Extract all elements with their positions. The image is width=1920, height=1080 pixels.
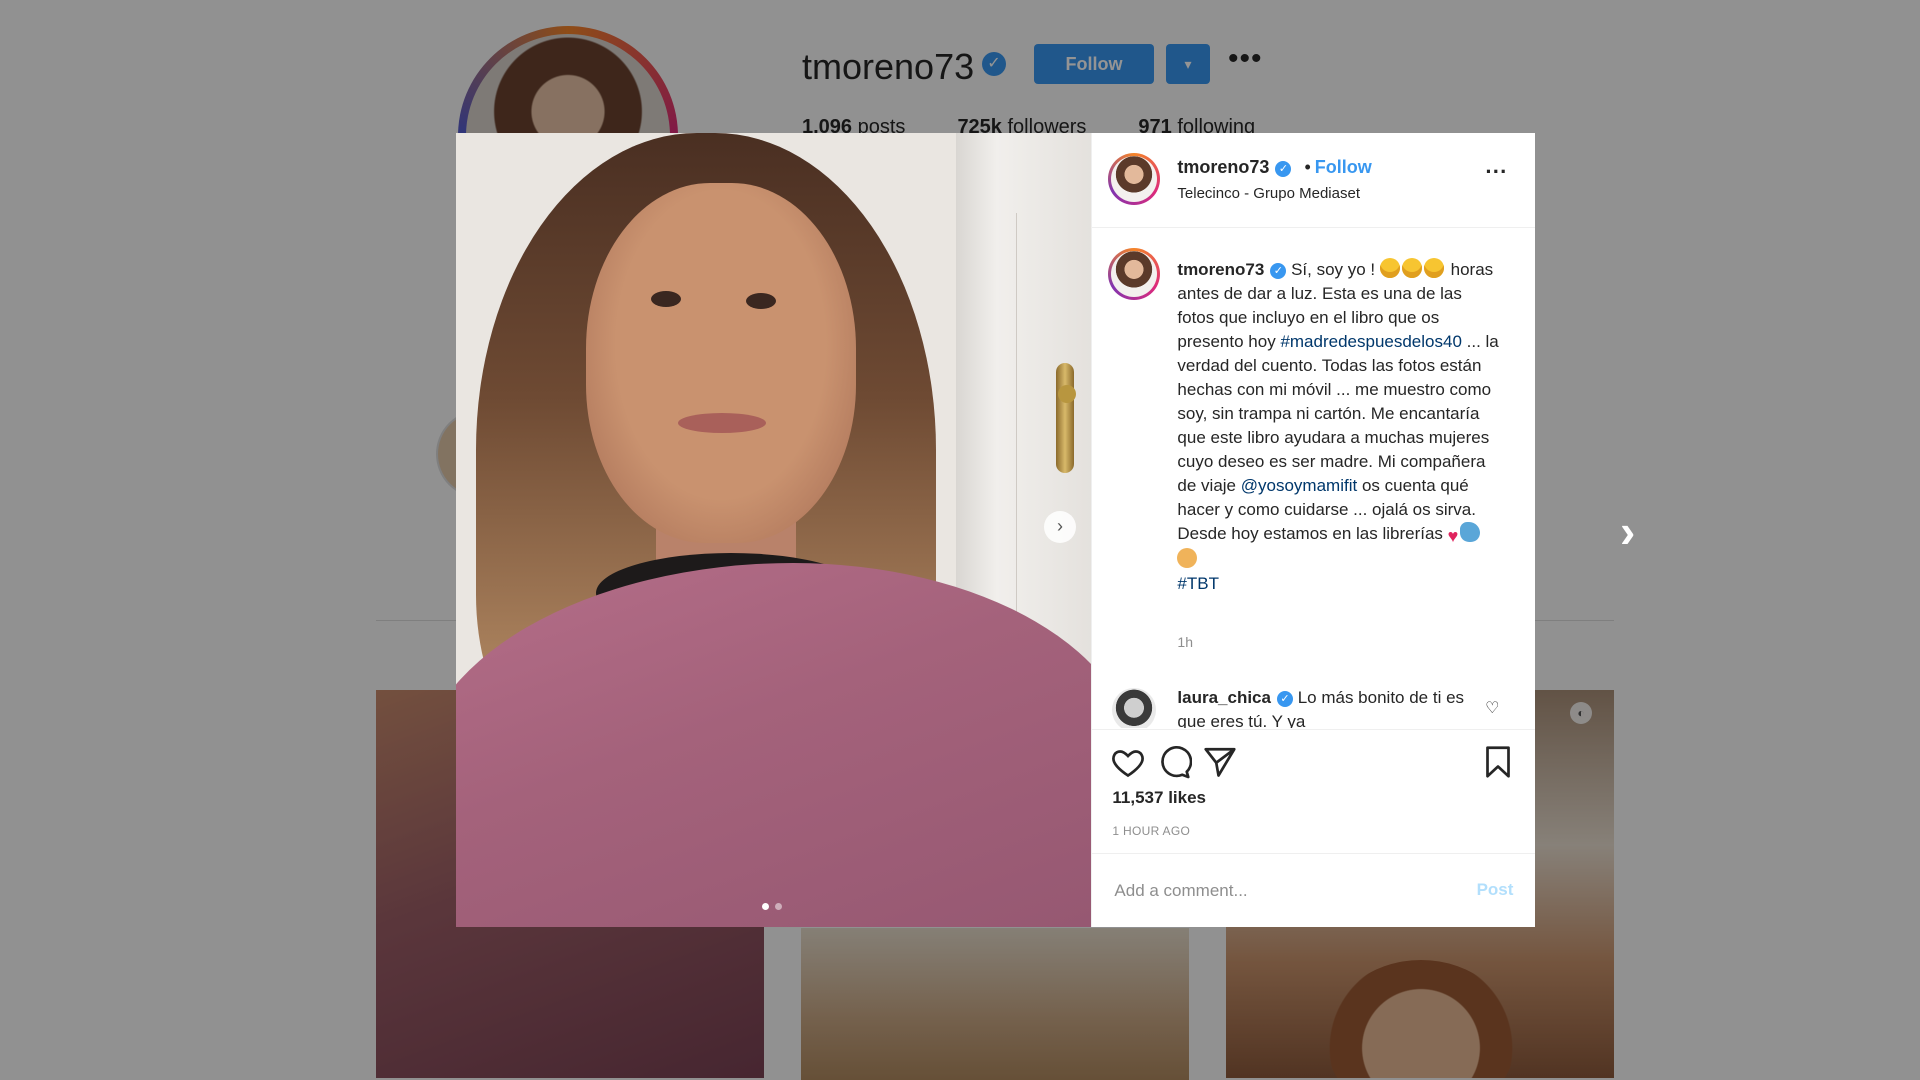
verified-icon: ✓ — [1276, 691, 1293, 707]
caption-text-3: ... la verdad del cuento. Todas las foto… — [1177, 332, 1499, 495]
next-post-chevron-icon[interactable]: › — [1620, 504, 1635, 558]
post-sidebar: tmoreno73 ✓ • Follow Telecinco - Grupo Med… — [1091, 133, 1536, 928]
likes-count[interactable]: 11,537 likes — [1112, 788, 1206, 808]
post-comment-button[interactable]: Post — [1477, 880, 1514, 900]
commenter-avatar[interactable] — [1112, 688, 1157, 728]
verified-icon: ✓ — [1275, 161, 1292, 177]
caption-username[interactable]: tmoreno73 — [1177, 260, 1264, 279]
photo-subject-face — [586, 183, 856, 543]
follow-button[interactable]: Follow — [1315, 157, 1372, 177]
caption-author-avatar[interactable] — [1108, 248, 1161, 300]
laughing-emoji-icon — [1423, 258, 1444, 278]
comments-section: tmoreno73 ✓ Sí, soy yo ! horas antes de d… — [1092, 228, 1535, 728]
dolphin-emoji-icon — [1460, 522, 1481, 542]
bookmark-icon[interactable] — [1480, 744, 1516, 780]
carousel-dot — [775, 903, 782, 910]
woman-emoji-icon — [1177, 548, 1198, 568]
author-username[interactable]: tmoreno73 — [1177, 157, 1269, 177]
photo-subject-sweater — [456, 563, 1092, 927]
post-caption: tmoreno73 ✓ Sí, soy yo ! horas antes de d… — [1177, 258, 1502, 596]
post-time-ago: 1 HOUR AGO — [1112, 824, 1191, 838]
heart-icon[interactable] — [1110, 744, 1146, 780]
comment-icon[interactable] — [1156, 744, 1193, 780]
caption-text-1: Sí, soy yo ! — [1291, 260, 1376, 279]
separator-dot: • — [1304, 157, 1311, 177]
post-location[interactable]: Telecinco - Grupo Mediaset — [1177, 185, 1360, 202]
verified-icon: ✓ — [1270, 263, 1287, 279]
laughing-emoji-icon — [1401, 258, 1422, 278]
hashtag-link[interactable]: #TBT — [1177, 574, 1219, 593]
add-comment-input[interactable] — [1112, 876, 1437, 906]
author-avatar[interactable] — [1108, 153, 1161, 205]
post-modal: › tmoreno73 ✓ • Follow Telecinco - Grupo M… — [456, 133, 1536, 928]
more-options-icon[interactable]: ··· — [1485, 159, 1507, 185]
post-photo[interactable]: › — [456, 133, 1092, 927]
post-header: tmoreno73 ✓ • Follow Telecinco - Grupo Med… — [1092, 133, 1536, 228]
add-comment-bar: Post — [1092, 853, 1536, 928]
post-actions: 11,537 likes 1 HOUR AGO — [1092, 729, 1536, 852]
post-author: tmoreno73 ✓ • Follow — [1177, 157, 1372, 178]
carousel-dots — [762, 903, 782, 910]
comment-like-heart-icon[interactable]: ♡ — [1485, 698, 1499, 718]
comment: laura_chica ✓ Lo más bonito de ti es que … — [1177, 686, 1467, 728]
hashtag-link[interactable]: #madredespuesdelos40 — [1280, 332, 1461, 351]
caption-timestamp: 1h — [1177, 634, 1193, 650]
mention-link[interactable]: @yosoymamifit — [1241, 476, 1357, 495]
laughing-emoji-icon — [1379, 258, 1400, 278]
carousel-next-chevron-icon[interactable]: › — [1044, 511, 1076, 543]
commenter-username[interactable]: laura_chica — [1177, 688, 1271, 707]
photo-door-handle — [1056, 363, 1074, 473]
carousel-dot-active — [762, 903, 769, 910]
share-icon[interactable] — [1202, 744, 1238, 780]
red-heart-emoji-icon: ♥ — [1447, 526, 1459, 546]
